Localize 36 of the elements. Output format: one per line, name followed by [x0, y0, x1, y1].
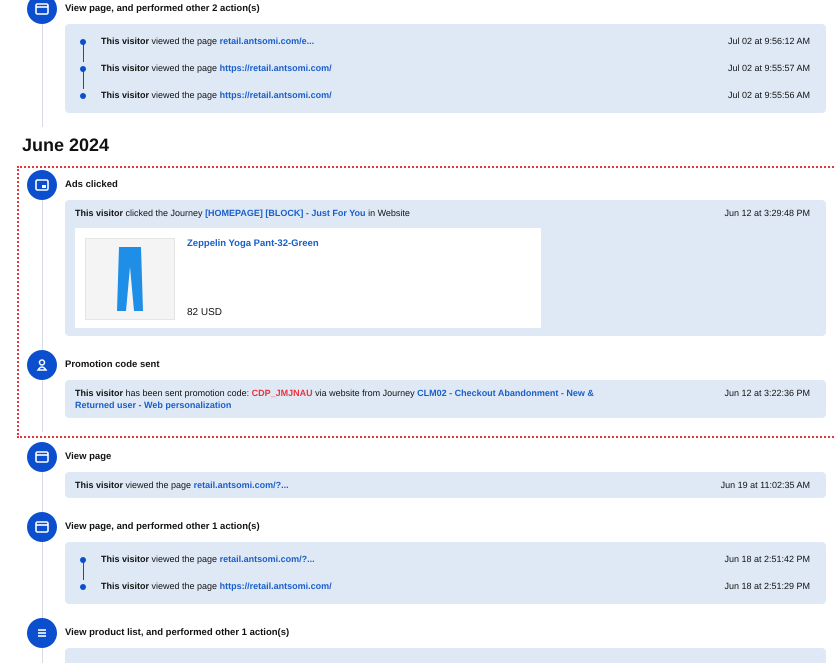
- event-time: Jul 02 at 9:55:57 AM: [728, 62, 810, 74]
- journey-link[interactable]: retail.antsomi.com/?...: [220, 554, 315, 564]
- journey-link[interactable]: CLM02 - Checkout Abandonment - New &: [417, 388, 594, 398]
- event-time: Jul 02 at 9:56:12 AM: [728, 35, 810, 47]
- month-heading: June 2024: [22, 135, 110, 156]
- event-description: This visitor viewed the page https://retail.antsomi.com/: [101, 62, 333, 74]
- event-description: This visitor viewed the page https://retail.antsomi.com/: [101, 89, 333, 101]
- event-time: Jun 18 at 2:51:29 PM: [724, 580, 810, 592]
- event-time: Jun 19 at 11:02:35 AM: [720, 479, 810, 491]
- event-title: Ads clicked: [65, 178, 119, 192]
- journey-link[interactable]: Returned user - Web personalization: [75, 400, 232, 410]
- event-description: This visitor has been sent promotion code: CDP_JMJNAU via website from Journey CLM02 - Checkout Abandonment - New & Returned user - Web personalization: [75, 387, 595, 411]
- event-description: This visitor viewed the page retail.antsomi.com/?...: [75, 479, 290, 491]
- journey-link[interactable]: https://retail.antsomi.com/: [220, 581, 332, 591]
- journey-link[interactable]: https://retail.antsomi.com/: [220, 63, 332, 73]
- event-time: Jun 12 at 3:22:36 PM: [724, 387, 810, 399]
- timeline-bullet: [80, 584, 86, 590]
- event-description: This visitor viewed the page https://retail.antsomi.com/: [101, 580, 333, 592]
- event-time: Jun 18 at 2:51:42 PM: [724, 553, 810, 565]
- event-title: View page: [65, 450, 112, 464]
- event-time: Jun 12 at 3:29:48 PM: [724, 207, 810, 219]
- product-price: 82 USD: [187, 307, 224, 318]
- event-title: Promotion code sent: [65, 358, 160, 372]
- timeline-bullet: [80, 92, 86, 98]
- event-description: This visitor clicked the Journey [HOMEPAGE] [BLOCK] - Just For You in Website: [75, 207, 411, 219]
- event-title: View page, and performed other 2 action(s): [65, 2, 261, 16]
- event-title: View product list, and performed other 1 action(s): [65, 626, 290, 640]
- event-description: This visitor viewed the page retail.antsomi.com/e...: [101, 35, 316, 47]
- journey-link[interactable]: retail.antsomi.com/e...: [220, 36, 314, 46]
- event-time: Jul 02 at 9:55:56 AM: [728, 89, 810, 101]
- event-title: View page, and performed other 1 action(s): [65, 520, 261, 534]
- journey-link[interactable]: [HOMEPAGE] [BLOCK] - Just For You: [205, 208, 366, 218]
- journey-link[interactable]: https://retail.antsomi.com/: [220, 90, 332, 100]
- event-description: This visitor viewed the page retail.antsomi.com/?...: [101, 553, 316, 565]
- journey-link[interactable]: retail.antsomi.com/?...: [194, 480, 289, 490]
- product-name[interactable]: Zeppelin Yoga Pant-32-Green: [187, 238, 319, 249]
